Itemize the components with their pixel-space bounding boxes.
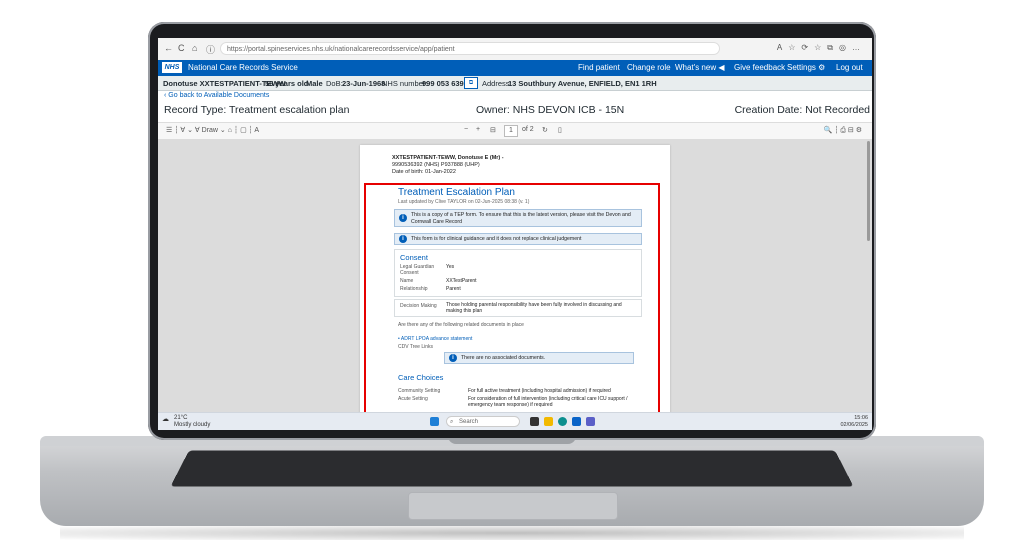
consent-value: XXTestParent	[446, 278, 477, 284]
home-icon[interactable]: ⌂	[192, 43, 197, 53]
care-value: For consideration of full intervention (…	[468, 396, 628, 408]
app-title[interactable]: National Care Records Service	[188, 63, 298, 72]
consent-label: Legal Guardian Consent	[400, 264, 435, 276]
related-docs-question: Are there any of the following related d…	[398, 322, 524, 328]
laptop-keyboard	[170, 450, 854, 487]
tep-copy-notice: i This is a copy of a TEP form. To ensur…	[394, 209, 642, 227]
patient-banner: Donotuse XXTESTPATIENT-TEWW 56 years old…	[158, 76, 872, 91]
notice-text: This is a copy of a TEP form. To ensure …	[411, 212, 631, 225]
decision-label: Decision Making	[400, 303, 437, 309]
nhs-number: 999 053 6392	[422, 79, 468, 88]
laptop-shadow	[60, 526, 964, 540]
consent-value: Yes	[446, 264, 455, 270]
notice-text: This form is for clinical guidance and i…	[411, 236, 582, 242]
care-value: For full active treatment (including hos…	[468, 388, 611, 394]
task-view-icon[interactable]	[530, 417, 539, 426]
clock-date[interactable]: 02/06/2025	[840, 422, 868, 428]
consent-value: Parent	[446, 286, 461, 292]
care-label: Community Setting	[398, 388, 441, 394]
last-updated: Last updated by Clive TAYLOR on 02-Jun-2…	[398, 199, 530, 205]
pdf-annotation-tools[interactable]: ☰ ┆ ∀ ⌄ ∀ Draw ⌄ ⌂ ┆ ▢ ┆ A	[166, 126, 259, 134]
zoom-out-button[interactable]: −	[464, 126, 468, 133]
copy-icon[interactable]: ⧉	[464, 77, 478, 89]
dob-label: DoB:	[326, 79, 343, 88]
cdv-tree-links-label: CDV Tree Links	[398, 344, 434, 350]
nhs-number-label: NHS number:	[382, 79, 428, 88]
app-header: NHS National Care Records Service Find p…	[158, 60, 872, 76]
guidance-notice: i This form is for clinical guidance and…	[394, 233, 642, 245]
doc-patient-line: XXTESTPATIENT-TEWW, Donotuse E (Mr) -	[392, 155, 504, 161]
care-choices-heading: Care Choices	[398, 373, 444, 382]
fit-page-icon[interactable]: ⊟	[490, 126, 496, 134]
settings-link[interactable]: Settings ⚙	[787, 63, 825, 72]
related-doc-link[interactable]: ADRT LPOA advance statement	[401, 336, 473, 342]
back-to-documents-link[interactable]: ‹ Go back to Available Documents	[164, 92, 269, 99]
whats-new-link[interactable]: What's new ◀	[675, 63, 724, 72]
decision-value: Those holding parental responsibility ha…	[446, 302, 622, 314]
notice-text: There are no associated documents.	[461, 355, 546, 361]
laptop-touchpad	[408, 492, 618, 520]
browser-toolbar: ← C ⌂ ⓘ https://portal.spineservices.nhs…	[158, 38, 872, 61]
refresh-icon[interactable]: C	[178, 43, 185, 53]
weather-temp[interactable]: 21°C	[174, 415, 187, 421]
back-icon[interactable]: ←	[164, 43, 173, 53]
tep-title: Treatment Escalation Plan	[398, 187, 515, 198]
weather-desc[interactable]: Mostly cloudy	[174, 422, 210, 428]
give-feedback-link[interactable]: Give feedback	[734, 63, 785, 72]
taskbar-search[interactable]: ⌕ Search	[446, 416, 520, 427]
rotate-icon[interactable]: ↻	[542, 126, 548, 134]
care-label: Acute Setting	[398, 396, 428, 402]
pdf-right-tools[interactable]: 🔍 ┆ ⎙ ⊟ ⚙	[824, 126, 862, 135]
doc-ids-line: 9990536392 (NHS) P937888 (UHP)	[392, 162, 480, 168]
consent-label: Name	[400, 278, 414, 284]
teams-icon[interactable]	[586, 417, 595, 426]
clock-time[interactable]: 15:06	[854, 415, 868, 421]
edge-icon[interactable]	[558, 417, 567, 426]
log-out-link[interactable]: Log out	[836, 63, 863, 72]
weather-icon[interactable]: ☁	[162, 415, 169, 423]
browser-action-icons[interactable]: A☆⟳☆⧉◎…	[777, 43, 866, 53]
info-icon: i	[399, 235, 407, 243]
file-explorer-icon[interactable]	[544, 417, 553, 426]
search-icon: ⌕	[450, 419, 454, 425]
start-icon[interactable]	[430, 417, 439, 426]
consent-label: Relationship	[400, 286, 428, 292]
search-label: Search	[459, 419, 479, 425]
doc-dob-line: Date of birth: 01-Jan-2022	[392, 169, 456, 175]
taskbar: ☁ 21°C Mostly cloudy ⌕ Search 15:06 02/0…	[158, 412, 872, 430]
document-patient-header: XXTESTPATIENT-TEWW, Donotuse E (Mr) - 99…	[392, 155, 504, 176]
page-number-input[interactable]: 1	[504, 125, 518, 137]
patient-sex: Male	[306, 79, 323, 88]
info-icon: i	[449, 354, 457, 362]
page-count: of 2	[522, 126, 534, 133]
owner-heading: Owner: NHS DEVON ICB - 15N	[476, 104, 625, 116]
patient-dob: 23-Jun-1968	[342, 79, 386, 88]
record-type-heading: Record Type: Treatment escalation plan	[164, 104, 350, 116]
pdf-page: XXTESTPATIENT-TEWW, Donotuse E (Mr) - 99…	[360, 145, 670, 412]
back-link-label: Go back to Available Documents	[168, 92, 270, 99]
creation-date-heading: Creation Date: Not Recorded	[734, 104, 870, 116]
pdf-viewer[interactable]: XXTESTPATIENT-TEWW, Donotuse E (Mr) - 99…	[158, 139, 872, 412]
nhs-logo: NHS	[162, 62, 182, 73]
outlook-icon[interactable]	[572, 417, 581, 426]
find-patient-link[interactable]: Find patient	[578, 63, 620, 72]
address-bar[interactable]: https://portal.spineservices.nhs.uk/nati…	[220, 42, 720, 55]
no-documents-notice: i There are no associated documents.	[444, 352, 634, 364]
info-icon: i	[399, 214, 407, 222]
patient-age: 56 years old	[265, 79, 309, 88]
site-info-icon[interactable]: ⓘ	[206, 43, 215, 56]
page-view-icon[interactable]: ▯	[558, 126, 562, 134]
change-role-link[interactable]: Change role	[627, 63, 671, 72]
pdf-toolbar: ☰ ┆ ∀ ⌄ ∀ Draw ⌄ ⌂ ┆ ▢ ┆ A − + ⊟ 1 of 2 …	[158, 122, 872, 140]
related-doc-item[interactable]: • ADRT LPOA advance statement	[398, 336, 472, 342]
viewer-scrollbar[interactable]	[867, 141, 870, 241]
zoom-in-button[interactable]: +	[476, 126, 480, 133]
laptop-screen: ← C ⌂ ⓘ https://portal.spineservices.nhs…	[158, 38, 872, 430]
patient-address: 13 Southbury Avenue, ENFIELD, EN1 1RH	[508, 79, 657, 88]
consent-heading: Consent	[400, 253, 428, 262]
